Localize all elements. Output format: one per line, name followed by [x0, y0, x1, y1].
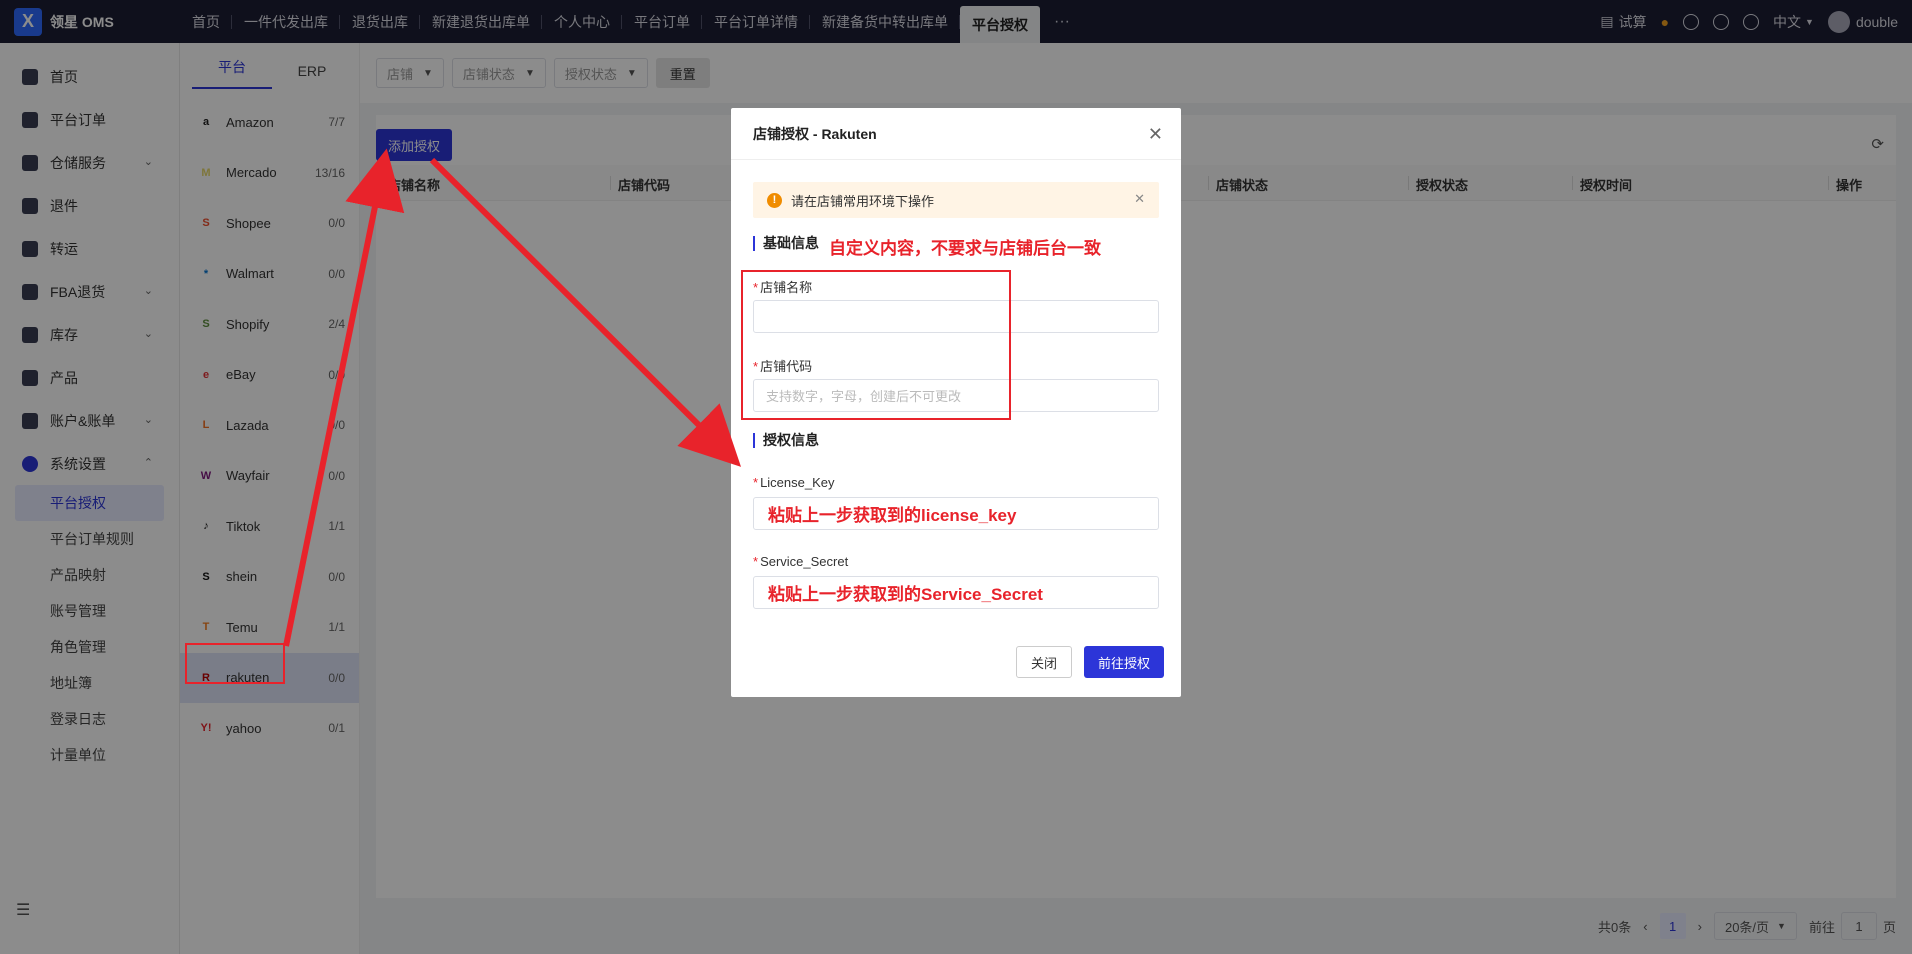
arrow-to-add-button — [283, 148, 405, 647]
annotation-arrows — [283, 148, 742, 647]
arrow-to-auth-section — [429, 157, 742, 467]
